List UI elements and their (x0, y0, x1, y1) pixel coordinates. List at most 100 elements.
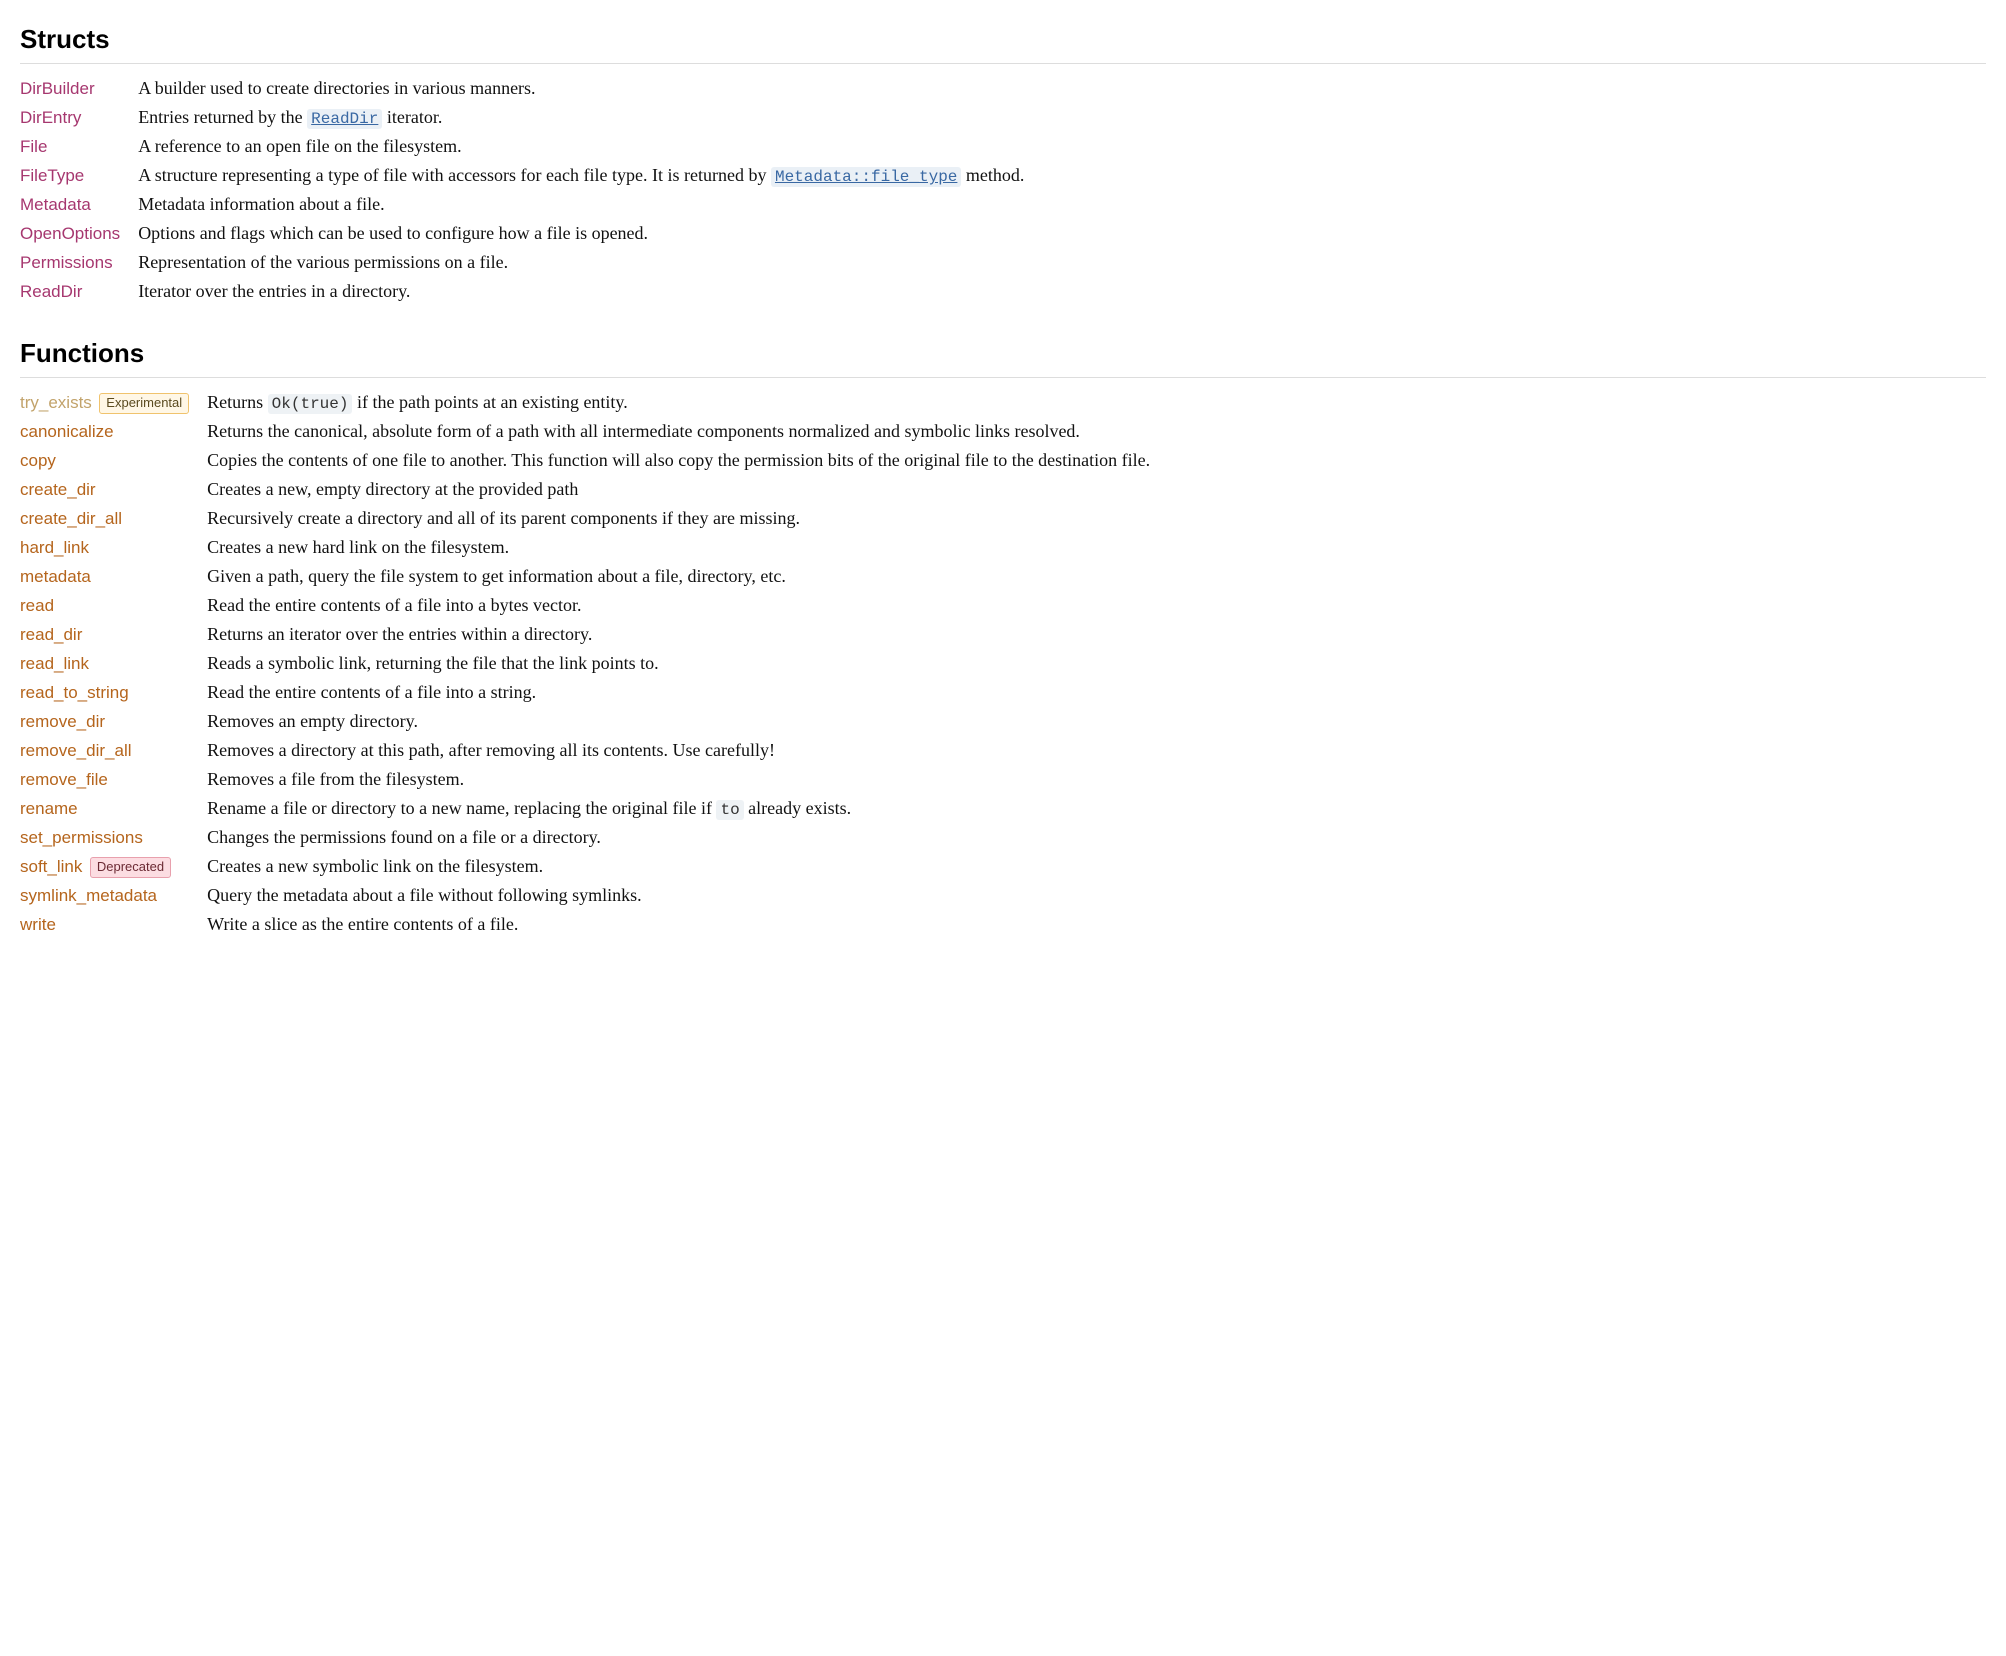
code-ref: ReadDir (307, 109, 382, 129)
fn-link-copy[interactable]: copy (20, 451, 56, 470)
item-description: Creates a new hard link on the filesyste… (207, 533, 1986, 562)
table-row: read_to_string Read the entire contents … (20, 678, 1986, 707)
deprecated-badge: Deprecated (90, 857, 171, 878)
desc-text: Rename a file or directory to a new name… (207, 798, 716, 818)
code-inline: to (716, 800, 743, 820)
struct-link-readdir[interactable]: ReadDir (20, 282, 82, 301)
item-description: Removes an empty directory. (207, 707, 1986, 736)
item-description: A builder used to create directories in … (138, 74, 1986, 103)
functions-table: try_exists Experimental Returns Ok(true)… (20, 388, 1986, 939)
item-description: A reference to an open file on the files… (138, 132, 1986, 161)
item-description: Metadata information about a file. (138, 190, 1986, 219)
fn-link-try-exists[interactable]: try_exists (20, 393, 92, 412)
table-row: FileType A structure representing a type… (20, 161, 1986, 190)
item-description: Creates a new symbolic link on the files… (207, 852, 1986, 881)
structs-table: DirBuilder A builder used to create dire… (20, 74, 1986, 306)
desc-text: method. (961, 165, 1024, 185)
struct-link-metadata[interactable]: Metadata (20, 195, 91, 214)
fn-link-create-dir[interactable]: create_dir (20, 480, 96, 499)
item-description: Entries returned by the ReadDir iterator… (138, 103, 1986, 132)
desc-text: A structure representing a type of file … (138, 165, 771, 185)
table-row: OpenOptions Options and flags which can … (20, 219, 1986, 248)
table-row: remove_file Removes a file from the file… (20, 765, 1986, 794)
desc-text: iterator. (382, 107, 442, 127)
table-row: remove_dir_all Removes a directory at th… (20, 736, 1986, 765)
table-row: canonicalize Returns the canonical, abso… (20, 417, 1986, 446)
type-link-readdir[interactable]: ReadDir (307, 107, 382, 127)
table-row: set_permissions Changes the permissions … (20, 823, 1986, 852)
item-description: Read the entire contents of a file into … (207, 591, 1986, 620)
desc-text: if the path points at an existing entity… (352, 392, 627, 412)
table-row: read Read the entire contents of a file … (20, 591, 1986, 620)
item-description: Returns the canonical, absolute form of … (207, 417, 1986, 446)
desc-text: Entries returned by the (138, 107, 307, 127)
table-row: metadata Given a path, query the file sy… (20, 562, 1986, 591)
item-description: Rename a file or directory to a new name… (207, 794, 1986, 823)
desc-text: already exists. (744, 798, 851, 818)
table-row: DirEntry Entries returned by the ReadDir… (20, 103, 1986, 132)
type-link-metadata-file-type[interactable]: Metadata::file_type (771, 165, 961, 185)
fn-link-remove-dir-all[interactable]: remove_dir_all (20, 741, 132, 760)
table-row: copy Copies the contents of one file to … (20, 446, 1986, 475)
item-description: Reads a symbolic link, returning the fil… (207, 649, 1986, 678)
fn-link-hard-link[interactable]: hard_link (20, 538, 89, 557)
item-description: Write a slice as the entire contents of … (207, 910, 1986, 939)
fn-link-read-dir[interactable]: read_dir (20, 625, 82, 644)
fn-link-create-dir-all[interactable]: create_dir_all (20, 509, 122, 528)
struct-link-filetype[interactable]: FileType (20, 166, 84, 185)
table-row: create_dir_all Recursively create a dire… (20, 504, 1986, 533)
item-description: Creates a new, empty directory at the pr… (207, 475, 1986, 504)
experimental-badge: Experimental (99, 393, 189, 414)
table-row: read_dir Returns an iterator over the en… (20, 620, 1986, 649)
table-row: File A reference to an open file on the … (20, 132, 1986, 161)
code-inline: Ok(true) (268, 394, 353, 414)
item-description: Removes a file from the filesystem. (207, 765, 1986, 794)
item-description: Removes a directory at this path, after … (207, 736, 1986, 765)
table-row: rename Rename a file or directory to a n… (20, 794, 1986, 823)
fn-link-remove-dir[interactable]: remove_dir (20, 712, 105, 731)
table-row: DirBuilder A builder used to create dire… (20, 74, 1986, 103)
struct-link-permissions[interactable]: Permissions (20, 253, 113, 272)
item-description: Recursively create a directory and all o… (207, 504, 1986, 533)
item-description: Query the metadata about a file without … (207, 881, 1986, 910)
item-description: Representation of the various permission… (138, 248, 1986, 277)
table-row: try_exists Experimental Returns Ok(true)… (20, 388, 1986, 417)
table-row: read_link Reads a symbolic link, returni… (20, 649, 1986, 678)
struct-link-dirbuilder[interactable]: DirBuilder (20, 79, 95, 98)
table-row: Metadata Metadata information about a fi… (20, 190, 1986, 219)
fn-link-write[interactable]: write (20, 915, 56, 934)
item-description: Returns an iterator over the entries wit… (207, 620, 1986, 649)
struct-link-file[interactable]: File (20, 137, 47, 156)
fn-link-read-to-string[interactable]: read_to_string (20, 683, 129, 702)
functions-heading: Functions (20, 334, 1986, 378)
table-row: ReadDir Iterator over the entries in a d… (20, 277, 1986, 306)
fn-link-symlink-metadata[interactable]: symlink_metadata (20, 886, 157, 905)
fn-link-soft-link[interactable]: soft_link (20, 857, 82, 876)
item-description: Copies the contents of one file to anoth… (207, 446, 1986, 475)
item-description: Iterator over the entries in a directory… (138, 277, 1986, 306)
table-row: soft_link Deprecated Creates a new symbo… (20, 852, 1986, 881)
fn-link-metadata[interactable]: metadata (20, 567, 91, 586)
struct-link-openoptions[interactable]: OpenOptions (20, 224, 120, 243)
table-row: write Write a slice as the entire conten… (20, 910, 1986, 939)
desc-text: Returns (207, 392, 268, 412)
table-row: create_dir Creates a new, empty director… (20, 475, 1986, 504)
item-description: Options and flags which can be used to c… (138, 219, 1986, 248)
fn-link-remove-file[interactable]: remove_file (20, 770, 108, 789)
item-description: A structure representing a type of file … (138, 161, 1986, 190)
structs-heading: Structs (20, 20, 1986, 64)
table-row: hard_link Creates a new hard link on the… (20, 533, 1986, 562)
item-description: Read the entire contents of a file into … (207, 678, 1986, 707)
item-description: Returns Ok(true) if the path points at a… (207, 388, 1986, 417)
item-description: Given a path, query the file system to g… (207, 562, 1986, 591)
fn-link-rename[interactable]: rename (20, 799, 78, 818)
fn-link-read-link[interactable]: read_link (20, 654, 89, 673)
fn-link-read[interactable]: read (20, 596, 54, 615)
code-ref: Metadata::file_type (771, 167, 961, 187)
fn-link-set-permissions[interactable]: set_permissions (20, 828, 143, 847)
table-row: symlink_metadata Query the metadata abou… (20, 881, 1986, 910)
table-row: remove_dir Removes an empty directory. (20, 707, 1986, 736)
struct-link-direntry[interactable]: DirEntry (20, 108, 81, 127)
fn-link-canonicalize[interactable]: canonicalize (20, 422, 114, 441)
item-description: Changes the permissions found on a file … (207, 823, 1986, 852)
